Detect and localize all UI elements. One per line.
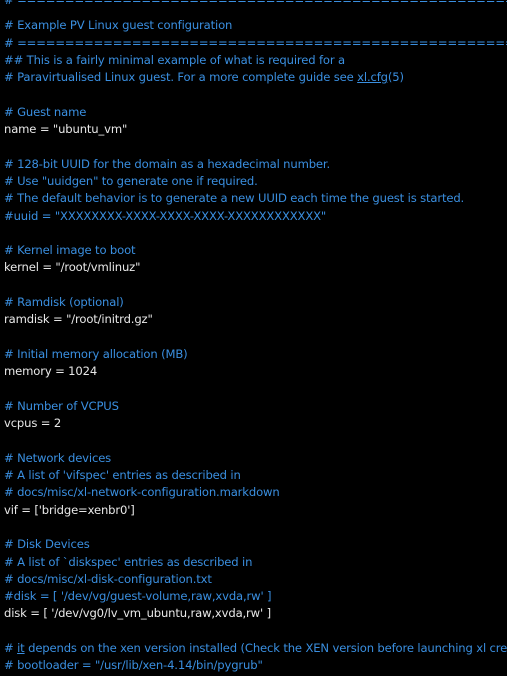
- code-line[interactable]: name = "ubuntu_vm": [4, 121, 507, 138]
- blank-line[interactable]: [4, 138, 507, 155]
- comment-line[interactable]: # it depends on the xen version installe…: [4, 640, 507, 657]
- comment-text: depends on the xen version installed (Ch…: [24, 640, 507, 655]
- comment-line[interactable]: #uuid = "XXXXXXXX-XXXX-XXXX-XXXX-XXXXXXX…: [4, 208, 507, 225]
- code-line[interactable]: disk = [ '/dev/vg0/lv_vm_ubuntu,raw,xvda…: [4, 605, 507, 622]
- comment-line[interactable]: # docs/misc/xl-network-configuration.mar…: [4, 484, 507, 501]
- comment-line[interactable]: # A list of `diskspec' entries as descri…: [4, 554, 507, 571]
- comment-line[interactable]: # Guest name: [4, 104, 507, 121]
- comment-line[interactable]: # Example PV Linux guest configuration: [4, 17, 507, 34]
- blank-line[interactable]: [4, 623, 507, 640]
- config-editor[interactable]: # ======================================…: [4, 0, 507, 676]
- comment-line[interactable]: # ======================================…: [4, 35, 507, 52]
- comment-text: # Paravirtualised Linux guest. For a mor…: [4, 70, 358, 85]
- comment-line[interactable]: #disk = [ '/dev/vg/guest-volume,raw,xvda…: [4, 588, 507, 605]
- comment-line[interactable]: # The default behavior is to generate a …: [4, 190, 507, 207]
- comment-line[interactable]: ## This is a fairly minimal example of w…: [4, 52, 507, 69]
- comment-line[interactable]: # ======================================…: [4, 0, 507, 9]
- blank-line[interactable]: [4, 329, 507, 346]
- comment-line[interactable]: # Network devices: [4, 450, 507, 467]
- comment-line[interactable]: # bootloader = "/usr/lib/xen-4.14/bin/py…: [4, 657, 507, 674]
- spellcheck-underline-word[interactable]: xl.cfg: [357, 70, 388, 84]
- comment-line[interactable]: # Number of VCPUS: [4, 398, 507, 415]
- code-line[interactable]: kernel = "/root/vmlinuz": [4, 259, 507, 276]
- blank-line[interactable]: [4, 86, 507, 103]
- blank-line[interactable]: [4, 432, 507, 449]
- code-line[interactable]: vif = ['bridge=xenbr0']: [4, 502, 507, 519]
- blank-line[interactable]: [4, 519, 507, 536]
- comment-line[interactable]: # Paravirtualised Linux guest. For a mor…: [4, 69, 507, 86]
- code-line[interactable]: ramdisk = "/root/initrd.gz": [4, 311, 507, 328]
- comment-text: ## This is a fairly minimal example of w…: [4, 52, 345, 67]
- comment-line[interactable]: # Use "uuidgen" to generate one if requi…: [4, 173, 507, 190]
- code-line[interactable]: vcpus = 2: [4, 415, 507, 432]
- spellcheck-underline-word[interactable]: it: [17, 641, 25, 655]
- blank-line[interactable]: [4, 381, 507, 398]
- comment-line[interactable]: # Initial memory allocation (MB): [4, 346, 507, 363]
- comment-line[interactable]: # Kernel image to boot: [4, 242, 507, 259]
- comment-line[interactable]: # Disk Devices: [4, 536, 507, 553]
- blank-line[interactable]: [4, 277, 507, 294]
- comment-text: #: [4, 640, 18, 655]
- comment-text: (5): [387, 70, 404, 85]
- code-line[interactable]: memory = 1024: [4, 363, 507, 380]
- blank-line[interactable]: [4, 225, 507, 242]
- comment-line[interactable]: # A list of 'vifspec' entries as describ…: [4, 467, 507, 484]
- comment-line[interactable]: # 128-bit UUID for the domain as a hexad…: [4, 156, 507, 173]
- comment-line[interactable]: # docs/misc/xl-disk-configuration.txt: [4, 571, 507, 588]
- comment-line[interactable]: # Ramdisk (optional): [4, 294, 507, 311]
